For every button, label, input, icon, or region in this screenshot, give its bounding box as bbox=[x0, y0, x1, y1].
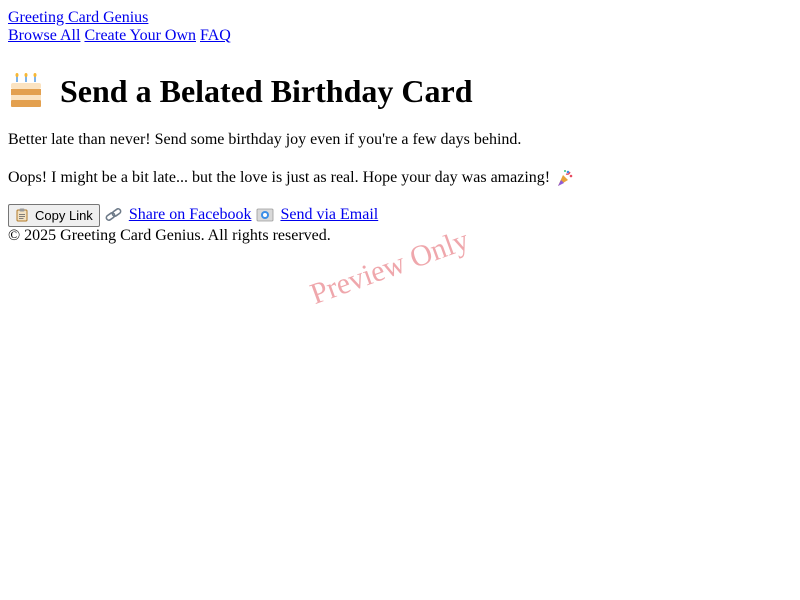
page-title-text: Send a Belated Birthday Card bbox=[60, 73, 473, 109]
copy-link-button[interactable]: Copy Link bbox=[8, 203, 100, 227]
copy-link-label: Copy Link bbox=[35, 207, 93, 223]
share-facebook-label: Share on Facebook bbox=[128, 206, 252, 223]
nav-browse-all[interactable]: Browse All bbox=[8, 27, 80, 44]
email-icon bbox=[257, 208, 274, 222]
card-message: Oops! I might be a bit late... but the l… bbox=[8, 168, 574, 188]
share-actions: Copy Link Share on Facebook Send via Ema… bbox=[8, 203, 378, 227]
link-icon bbox=[105, 208, 122, 221]
send-email-link[interactable]: Send via Email bbox=[256, 206, 378, 224]
card-message-text: Oops! I might be a bit late... but the l… bbox=[8, 169, 551, 186]
share-facebook-link[interactable]: Share on Facebook bbox=[105, 206, 252, 224]
birthday-cake-icon bbox=[11, 73, 41, 107]
party-popper-icon bbox=[558, 170, 573, 186]
footer-copyright: © 2025 Greeting Card Genius. All rights … bbox=[8, 227, 331, 244]
site-title-link[interactable]: Greeting Card Genius bbox=[8, 9, 148, 27]
preview-watermark: Preview Only bbox=[306, 223, 474, 312]
clipboard-icon bbox=[16, 208, 28, 222]
nav-faq[interactable]: FAQ bbox=[200, 27, 231, 44]
intro-text: Better late than never! Send some birthd… bbox=[8, 131, 522, 148]
nav-create-your-own[interactable]: Create Your Own bbox=[84, 27, 196, 44]
main-nav: Browse All Create Your Own FAQ bbox=[8, 27, 231, 45]
send-email-label: Send via Email bbox=[280, 206, 379, 223]
page-title: Send a Belated Birthday Card bbox=[8, 71, 472, 111]
